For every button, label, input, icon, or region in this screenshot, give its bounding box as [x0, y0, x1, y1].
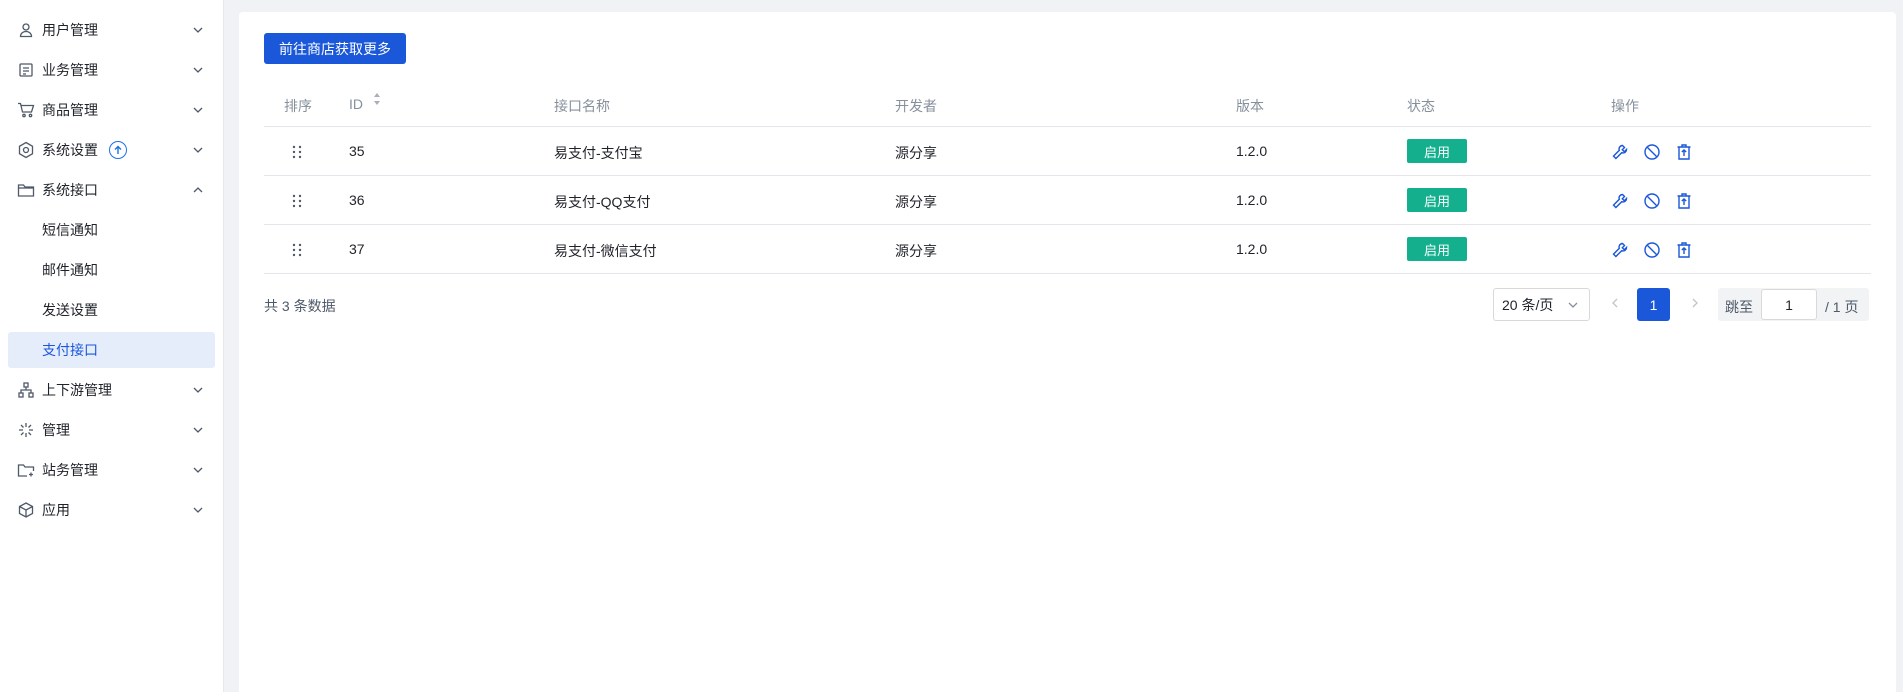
chevron-up-icon — [193, 187, 203, 193]
settings-icon — [17, 141, 35, 159]
cell-name: 易支付-微信支付 — [554, 243, 657, 259]
cell-id: 35 — [349, 143, 365, 159]
folder-plus-icon — [17, 461, 35, 479]
drag-handle-icon[interactable] — [291, 242, 303, 258]
cart-icon — [17, 101, 35, 119]
header-actions: 操作 — [1611, 98, 1639, 114]
cell-name: 易支付-支付宝 — [554, 145, 643, 161]
sidebar-item-upstream[interactable]: 上下游管理 — [8, 372, 215, 408]
box-icon — [17, 501, 35, 519]
sidebar-item-label: 应用 — [42, 502, 70, 518]
sidebar-item-label: 邮件通知 — [42, 262, 98, 278]
sidebar-item-label: 系统设置 — [42, 142, 98, 158]
content-card: 前往商店获取更多 排序 ID 接口名称 开发者 版本 状态 操作 35 易支付-… — [239, 12, 1896, 692]
document-icon — [17, 61, 35, 79]
header-name: 接口名称 — [554, 98, 610, 114]
sidebar-item-label: 业务管理 — [42, 62, 98, 78]
next-page-icon[interactable] — [1688, 296, 1702, 310]
update-icon[interactable] — [109, 141, 127, 159]
sidebar-item-label: 系统接口 — [42, 182, 98, 198]
cell-developer: 源分享 — [895, 145, 937, 161]
folder-icon — [17, 181, 35, 199]
chevron-down-icon — [193, 387, 203, 393]
chevron-down-icon — [193, 147, 203, 153]
table-row: 36 易支付-QQ支付 源分享 1.2.0 启用 — [264, 176, 1871, 225]
delete-icon[interactable] — [1675, 192, 1693, 210]
chevron-down-icon — [1568, 302, 1578, 308]
cell-name: 易支付-QQ支付 — [554, 194, 651, 210]
table-row: 37 易支付-微信支付 源分享 1.2.0 启用 — [264, 225, 1871, 274]
sidebar-subitem-email[interactable]: 邮件通知 — [8, 252, 215, 288]
sidebar-subitem-send-settings[interactable]: 发送设置 — [8, 292, 215, 328]
status-badge: 启用 — [1407, 188, 1467, 212]
header-id[interactable]: ID — [349, 96, 363, 112]
sidebar-item-products[interactable]: 商品管理 — [8, 92, 215, 128]
sidebar-subitem-payment[interactable]: 支付接口 — [8, 332, 215, 368]
status-badge: 启用 — [1407, 237, 1467, 261]
delete-icon[interactable] — [1675, 143, 1693, 161]
total-count: 共 3 条数据 — [264, 298, 336, 314]
disable-icon[interactable] — [1643, 143, 1661, 161]
jump-label: 跳至 — [1725, 299, 1753, 315]
chevron-down-icon — [193, 507, 203, 513]
page-size-value: 20 条/页 — [1502, 296, 1554, 313]
sidebar-item-manage[interactable]: 管理 — [8, 412, 215, 448]
sidebar: 用户管理 业务管理 商品管理 系统设置 系统接口 短信通知 邮件通知 发送设置 … — [0, 0, 224, 692]
user-icon — [17, 21, 35, 39]
drag-handle-icon[interactable] — [291, 144, 303, 160]
sidebar-item-label: 支付接口 — [42, 342, 98, 358]
jump-input[interactable] — [1761, 289, 1817, 320]
page-number-current[interactable]: 1 — [1637, 288, 1670, 321]
page-jumper: 跳至 / 1 页 — [1718, 288, 1869, 321]
drag-handle-icon[interactable] — [291, 193, 303, 209]
status-badge: 启用 — [1407, 139, 1467, 163]
wrench-icon[interactable] — [1611, 192, 1629, 210]
table-header: 排序 ID 接口名称 开发者 版本 状态 操作 — [264, 82, 1871, 127]
wrench-icon[interactable] — [1611, 241, 1629, 259]
sidebar-item-apps[interactable]: 应用 — [8, 492, 215, 528]
sidebar-item-label: 上下游管理 — [42, 382, 112, 398]
prev-page-icon[interactable] — [1608, 296, 1622, 310]
sidebar-item-label: 用户管理 — [42, 22, 98, 38]
chevron-down-icon — [193, 107, 203, 113]
cell-version: 1.2.0 — [1236, 143, 1268, 159]
sidebar-item-label: 商品管理 — [42, 102, 98, 118]
page-size-select[interactable]: 20 条/页 — [1493, 288, 1590, 321]
cell-developer: 源分享 — [895, 194, 937, 210]
payment-interface-table: 排序 ID 接口名称 开发者 版本 状态 操作 35 易支付-支付宝 源分享 1… — [264, 82, 1871, 274]
sidebar-item-users[interactable]: 用户管理 — [8, 12, 215, 48]
sparkle-icon — [17, 421, 35, 439]
wrench-icon[interactable] — [1611, 143, 1629, 161]
header-sort: 排序 — [284, 98, 312, 114]
table-row: 35 易支付-支付宝 源分享 1.2.0 启用 — [264, 127, 1871, 176]
sidebar-item-label: 短信通知 — [42, 222, 98, 238]
delete-icon[interactable] — [1675, 241, 1693, 259]
chevron-down-icon — [193, 67, 203, 73]
sort-icon[interactable] — [373, 90, 381, 110]
sidebar-item-site[interactable]: 站务管理 — [8, 452, 215, 488]
sidebar-item-business[interactable]: 业务管理 — [8, 52, 215, 88]
header-version: 版本 — [1236, 98, 1264, 114]
cell-version: 1.2.0 — [1236, 192, 1268, 208]
sidebar-item-label: 站务管理 — [42, 462, 98, 478]
sidebar-item-label: 发送设置 — [42, 302, 98, 318]
cell-id: 37 — [349, 241, 365, 257]
cell-version: 1.2.0 — [1236, 241, 1268, 257]
store-button[interactable]: 前往商店获取更多 — [264, 33, 406, 64]
sidebar-subitem-sms[interactable]: 短信通知 — [8, 212, 215, 248]
cell-id: 36 — [349, 192, 365, 208]
chevron-down-icon — [193, 467, 203, 473]
chevron-down-icon — [193, 27, 203, 33]
header-status: 状态 — [1407, 98, 1435, 114]
sidebar-item-settings[interactable]: 系统设置 — [8, 132, 215, 168]
disable-icon[interactable] — [1643, 241, 1661, 259]
page-total: / 1 页 — [1825, 299, 1859, 315]
header-developer: 开发者 — [895, 98, 937, 114]
sidebar-item-system-interface[interactable]: 系统接口 — [8, 172, 215, 208]
disable-icon[interactable] — [1643, 192, 1661, 210]
hierarchy-icon — [17, 381, 35, 399]
sidebar-item-label: 管理 — [42, 422, 70, 438]
cell-developer: 源分享 — [895, 243, 937, 259]
chevron-down-icon — [193, 427, 203, 433]
